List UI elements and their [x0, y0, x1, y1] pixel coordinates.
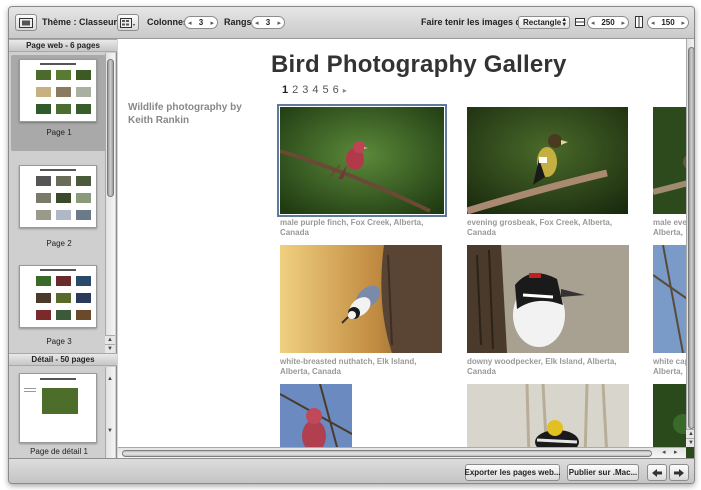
page-link[interactable]: 5: [323, 84, 329, 96]
next-button[interactable]: [669, 464, 689, 481]
previous-button[interactable]: [647, 464, 667, 481]
sidebar-item-page-2[interactable]: Page 2: [13, 165, 101, 257]
increment-icon[interactable]: ▸: [681, 19, 685, 27]
width-icon: [575, 16, 585, 30]
scroll-down-icon[interactable]: ▼: [686, 438, 694, 447]
height-icon: [634, 16, 644, 30]
photo-downy-woodpecker[interactable]: [467, 245, 629, 353]
gallery-preview: Bird Photography Gallery 1 2 3 4 5 6 ▸ W…: [118, 39, 694, 458]
increment-icon[interactable]: ▸: [277, 19, 281, 27]
page-title: Bird Photography Gallery: [271, 51, 567, 78]
page-link[interactable]: 2: [292, 84, 298, 96]
page-thumbnail: [19, 59, 97, 122]
theme-button[interactable]: [15, 14, 37, 31]
photo-caption: downy woodpecker, Elk Island, Alberta, C…: [467, 357, 617, 376]
next-page-icon[interactable]: ▸: [343, 86, 347, 95]
width-stepper[interactable]: ◂ 250 ▸: [587, 16, 629, 29]
rows-stepper[interactable]: ◂ 3 ▸: [251, 16, 285, 29]
scroll-up-icon[interactable]: ▲: [105, 335, 115, 344]
scroll-down-icon[interactable]: ▼: [105, 427, 115, 436]
scroll-left-icon[interactable]: ◂: [662, 448, 666, 456]
scroll-down-icon[interactable]: ▼: [105, 344, 115, 353]
scrollbar-thumb[interactable]: [688, 47, 694, 429]
pages-scrollbar[interactable]: ▲ ▼: [105, 53, 115, 353]
arrow-left-icon: [652, 468, 662, 477]
page-layout-icon: [120, 17, 135, 28]
preview-vertical-scrollbar[interactable]: ▲ ▼: [686, 39, 694, 447]
scrollbar-thumb[interactable]: [122, 450, 652, 457]
scroll-right-icon[interactable]: ▸: [674, 448, 678, 456]
increment-icon[interactable]: ▸: [621, 19, 625, 27]
layout-menu-button[interactable]: [117, 14, 139, 31]
photo-caption: male purple finch, Fox Creek, Alberta, C…: [280, 218, 424, 237]
scrollbar-thumb[interactable]: [107, 59, 114, 197]
page-thumbnail: [19, 165, 97, 228]
sidebar-item-page-3[interactable]: Page 3: [13, 265, 101, 357]
sidebar-item-detail-1[interactable]: Page de détail 1: [13, 373, 101, 457]
sidebar-item-page-1[interactable]: Page 1: [13, 59, 101, 151]
page-link[interactable]: 4: [312, 84, 318, 96]
updown-arrows-icon: ▲ ▼: [561, 16, 568, 28]
preview-horizontal-scrollbar[interactable]: ◂ ▸: [118, 447, 686, 458]
detail-page-thumbnail: [19, 373, 97, 443]
publish-mac-button[interactable]: Publier sur .Mac...: [567, 464, 639, 481]
theme-icon: [19, 17, 33, 28]
fit-shape-select[interactable]: Rectangle ▲ ▼: [518, 16, 570, 29]
photo-evening-grosbeak[interactable]: [467, 107, 628, 214]
page-sidebar: Page web - 6 pages Page 1 Page 2 Page 3 …: [9, 39, 117, 458]
detail-pages-header: Détail - 50 pages: [9, 353, 117, 366]
scroll-up-icon[interactable]: ▲: [105, 375, 115, 384]
photo-caption: white-breasted nuthatch, Elk Island, Alb…: [280, 357, 417, 376]
arrow-right-icon: [674, 468, 684, 477]
scroll-up-icon[interactable]: ▲: [686, 429, 694, 438]
web-gallery-window: Thème : Classeur Colonnes : ◂ 3 ▸ Rangs …: [8, 6, 695, 484]
gallery-subtitle: Wildlife photography by Keith Rankin: [128, 102, 242, 126]
page-link-current[interactable]: 1: [282, 84, 288, 96]
photo-caption: evening grosbeak, Fox Creek, Alberta, Ca…: [467, 218, 613, 237]
photo-nuthatch[interactable]: [280, 245, 442, 353]
export-web-pages-button[interactable]: Exporter les pages web...: [464, 464, 561, 481]
bottom-bar: Exporter les pages web... Publier sur .M…: [9, 458, 694, 483]
web-pages-header: Page web - 6 pages: [9, 39, 117, 52]
page-thumbnail: [19, 265, 97, 328]
height-stepper[interactable]: ◂ 150 ▸: [647, 16, 689, 29]
theme-label: Thème : Classeur: [42, 17, 118, 27]
toolbar: Thème : Classeur Colonnes : ◂ 3 ▸ Rangs …: [9, 7, 694, 39]
page-link[interactable]: 3: [302, 84, 308, 96]
photo-purple-finch[interactable]: [277, 104, 447, 217]
columns-stepper[interactable]: ◂ 3 ▸: [184, 16, 218, 29]
detail-scrollbar[interactable]: ▲ ▼: [105, 367, 115, 458]
page-link[interactable]: 6: [333, 84, 339, 96]
page-navigation: 1 2 3 4 5 6 ▸: [282, 84, 347, 96]
increment-icon[interactable]: ▸: [210, 19, 214, 27]
